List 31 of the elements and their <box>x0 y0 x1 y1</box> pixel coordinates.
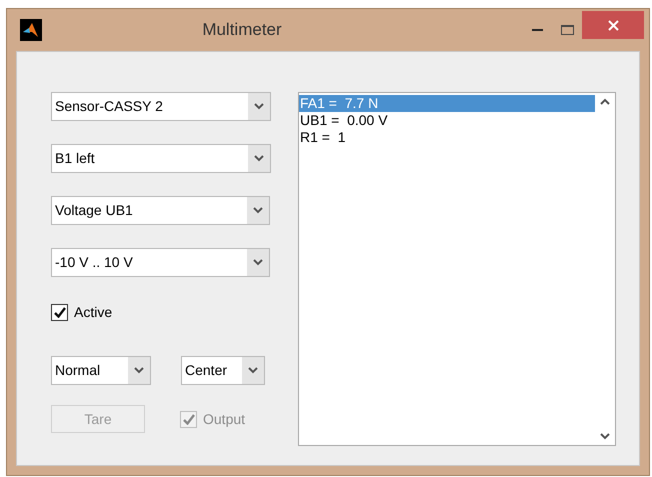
dropdown-value: B1 left <box>54 149 96 168</box>
list-item[interactable]: UB1 = 0.00 V <box>299 112 595 129</box>
dropdown-value: Sensor-CASSY 2 <box>54 97 164 116</box>
dropdown-value: Normal <box>54 361 102 380</box>
window-title: Multimeter <box>201 19 283 42</box>
chevron-down-icon <box>253 259 263 266</box>
chevron-down-icon <box>254 103 264 110</box>
dropdown-value: -10 V .. 10 V <box>54 253 134 272</box>
close-icon <box>608 20 618 30</box>
app-logo-icon <box>20 19 42 41</box>
chevron-down-icon <box>248 367 258 374</box>
dropdown-value: Voltage UB1 <box>54 201 134 220</box>
dropdown-value: Center <box>184 361 228 380</box>
checkbox-label: Active <box>74 303 112 322</box>
checkmark-icon <box>54 307 66 318</box>
dropdown[interactable]: Sensor-CASSY 2 <box>51 92 271 121</box>
dropdown[interactable]: Voltage UB1 <box>51 196 270 225</box>
checkmark-icon <box>182 414 194 424</box>
chevron-down-icon <box>600 433 610 440</box>
checkbox[interactable] <box>51 304 68 321</box>
chevron-up-icon <box>600 98 610 105</box>
dropdown[interactable]: Normal <box>51 356 151 385</box>
close-button[interactable] <box>582 11 644 39</box>
list-item[interactable]: R1 = 1 <box>299 129 595 146</box>
chevron-down-icon <box>134 367 144 374</box>
chevron-down-icon <box>254 155 264 162</box>
dropdown[interactable]: B1 left <box>51 144 271 173</box>
checkbox-label: Output <box>203 410 246 429</box>
dropdown[interactable]: -10 V .. 10 V <box>51 248 270 277</box>
dropdown[interactable]: Center <box>181 356 265 385</box>
chevron-down-icon <box>253 207 263 214</box>
